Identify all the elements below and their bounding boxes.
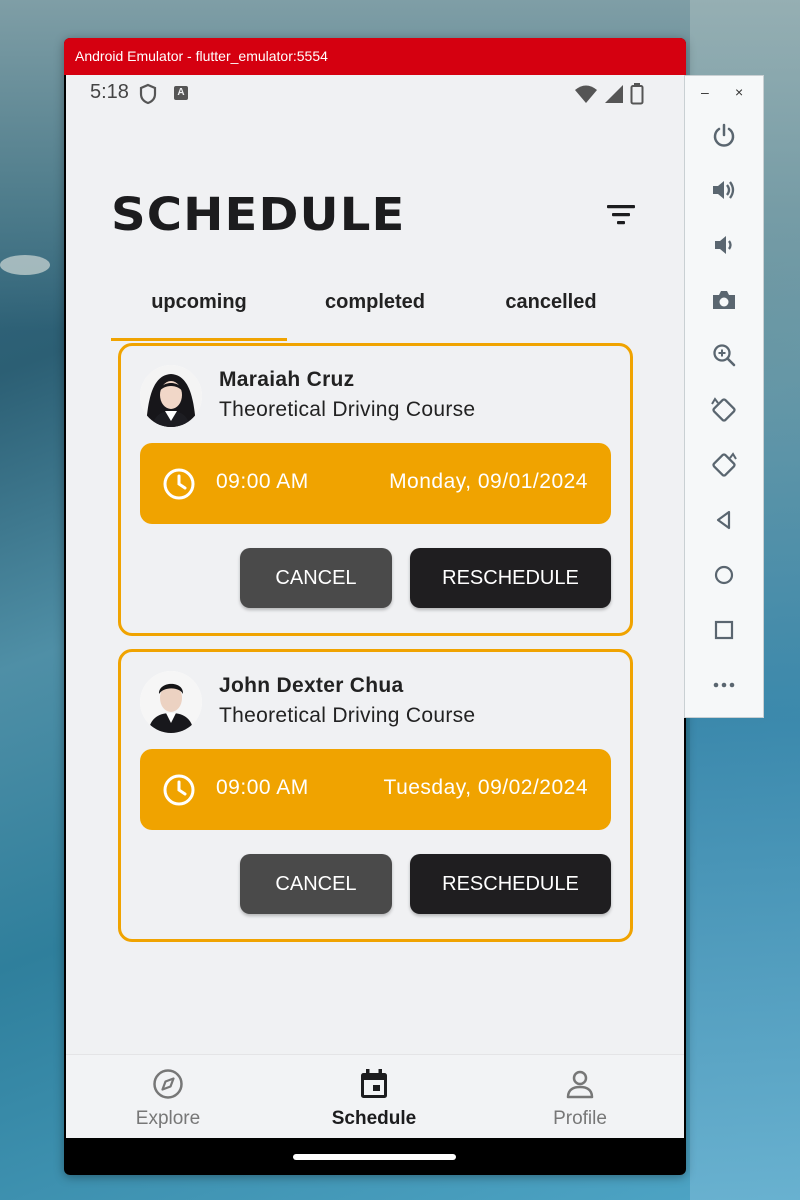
status-time: 5:18 xyxy=(90,81,129,103)
avatar xyxy=(140,671,202,733)
course-name: Theoretical Driving Course xyxy=(219,398,476,421)
back-button[interactable] xyxy=(707,503,741,537)
rotate-right-button[interactable] xyxy=(707,448,741,482)
power-button[interactable] xyxy=(707,118,741,152)
status-icons xyxy=(574,83,644,105)
calendar-icon xyxy=(361,1069,387,1098)
avatar xyxy=(140,365,202,427)
appointment-time: 09:00 AM xyxy=(216,776,309,799)
keyboard-a-icon: A xyxy=(174,86,188,100)
instructor-name: John Dexter Chua xyxy=(219,674,404,697)
rotate-left-icon xyxy=(711,397,736,422)
zoom-icon xyxy=(713,344,736,367)
bottom-navigation: Explore Schedule Profile xyxy=(66,1054,684,1138)
camera-icon xyxy=(713,291,735,309)
shield-icon xyxy=(138,83,158,110)
power-icon xyxy=(713,123,735,147)
wifi-icon xyxy=(575,85,597,103)
battery-icon xyxy=(630,83,644,105)
signal-icon xyxy=(605,85,623,103)
cancel-button[interactable]: CANCEL xyxy=(240,854,392,914)
camera-button[interactable] xyxy=(707,283,741,317)
filter-icon xyxy=(607,205,635,225)
appointment-date: Monday, 09/01/2024 xyxy=(389,470,588,493)
tab-completed[interactable]: completed xyxy=(287,275,463,341)
volume-down-button[interactable] xyxy=(707,228,741,262)
clock-icon xyxy=(162,773,196,812)
rotate-left-button[interactable] xyxy=(707,393,741,427)
home-button[interactable] xyxy=(707,558,741,592)
emulator-title[interactable]: Android Emulator - flutter_emulator:5554 xyxy=(64,38,686,75)
reschedule-button[interactable]: RESCHEDULE xyxy=(410,854,611,914)
back-icon xyxy=(716,510,731,530)
course-name: Theoretical Driving Course xyxy=(219,704,476,727)
home-gesture-pill[interactable] xyxy=(293,1154,456,1160)
close-button[interactable]: × xyxy=(735,84,743,100)
volume-up-button[interactable] xyxy=(707,173,741,207)
volume-down-icon xyxy=(715,236,732,254)
appointment-time: 09:00 AM xyxy=(216,470,309,493)
emulator-window: Android Emulator - flutter_emulator:5554… xyxy=(64,38,686,1175)
nav-schedule-label: Schedule xyxy=(331,1108,417,1129)
home-icon xyxy=(714,565,734,585)
appointment-card: John Dexter Chua Theoretical Driving Cou… xyxy=(118,649,633,942)
compass-icon xyxy=(153,1069,183,1099)
desktop-ceiling-light xyxy=(0,255,50,275)
overview-icon xyxy=(714,620,734,640)
appointment-date: Tuesday, 09/02/2024 xyxy=(383,776,588,799)
nav-profile-label: Profile xyxy=(553,1108,607,1129)
zoom-button[interactable] xyxy=(707,338,741,372)
appointment-time-bar: 09:00 AM Monday, 09/01/2024 xyxy=(140,443,611,524)
nav-explore[interactable]: Explore xyxy=(108,1067,228,1130)
appointment-card: Maraiah Cruz Theoretical Driving Course … xyxy=(118,343,633,636)
cancel-button[interactable]: CANCEL xyxy=(240,548,392,608)
more-icon xyxy=(713,682,735,688)
filter-button[interactable] xyxy=(604,201,638,229)
nav-profile[interactable]: Profile xyxy=(520,1067,640,1130)
minimize-button[interactable]: – xyxy=(701,84,709,100)
gesture-bar xyxy=(66,1138,684,1175)
page-title: SCHEDULE xyxy=(111,188,406,241)
nav-explore-label: Explore xyxy=(135,1108,201,1129)
phone-screen: 5:18 A SCHEDULE upcoming completed cance… xyxy=(66,75,684,1175)
rotate-right-icon xyxy=(712,452,737,477)
schedule-tabs: upcoming completed cancelled xyxy=(111,275,639,341)
tab-upcoming[interactable]: upcoming xyxy=(111,275,287,341)
person-icon xyxy=(566,1070,594,1099)
appointment-time-bar: 09:00 AM Tuesday, 09/02/2024 xyxy=(140,749,611,830)
nav-schedule[interactable]: Schedule xyxy=(314,1067,434,1130)
more-button[interactable] xyxy=(707,668,741,702)
status-bar: 5:18 A xyxy=(66,75,684,113)
tab-cancelled[interactable]: cancelled xyxy=(463,275,639,341)
volume-up-icon xyxy=(713,181,735,199)
clock-icon xyxy=(162,467,196,506)
overview-button[interactable] xyxy=(707,613,741,647)
reschedule-button[interactable]: RESCHEDULE xyxy=(410,548,611,608)
instructor-name: Maraiah Cruz xyxy=(219,368,355,391)
emulator-side-panel: – × xyxy=(684,75,764,718)
